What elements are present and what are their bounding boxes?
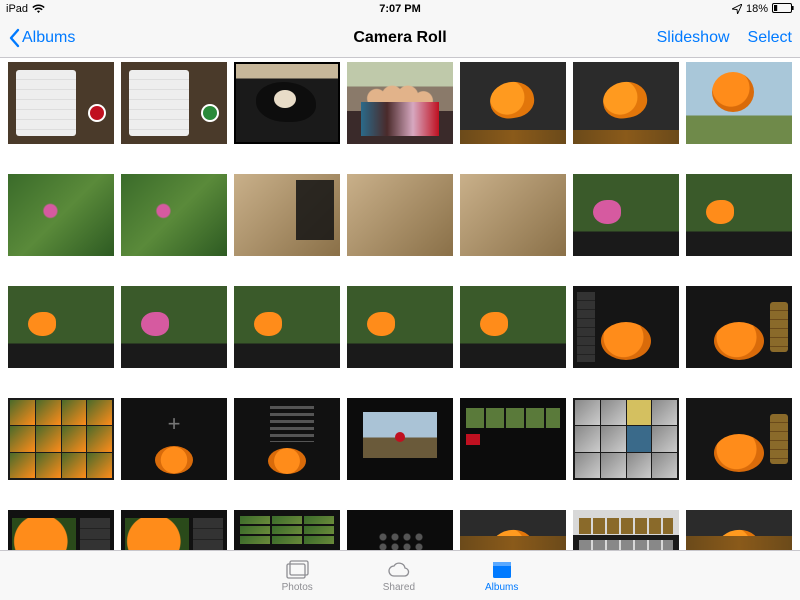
tab-shared[interactable]: Shared xyxy=(383,559,415,593)
albums-icon xyxy=(489,559,515,581)
photo-thumbnail[interactable] xyxy=(460,62,566,144)
status-bar: iPad 7:07 PM 18% xyxy=(0,0,800,18)
photo-thumbnail[interactable] xyxy=(686,398,792,480)
photo-thumbnail[interactable] xyxy=(8,62,114,144)
photo-thumbnail[interactable] xyxy=(460,286,566,368)
photo-thumbnail[interactable] xyxy=(573,510,679,550)
photo-thumbnail[interactable] xyxy=(234,398,340,480)
photo-thumbnail[interactable] xyxy=(121,62,227,144)
photo-grid[interactable] xyxy=(0,58,800,550)
photo-thumbnail[interactable] xyxy=(460,398,566,480)
photo-thumbnail[interactable] xyxy=(686,510,792,550)
photo-thumbnail[interactable] xyxy=(347,398,453,480)
nav-bar: Albums Camera Roll Slideshow Select xyxy=(0,18,800,58)
photo-thumbnail[interactable] xyxy=(234,286,340,368)
slideshow-button[interactable]: Slideshow xyxy=(657,29,730,47)
photo-thumbnail[interactable] xyxy=(234,510,340,550)
photo-thumbnail[interactable] xyxy=(573,398,679,480)
battery-pct: 18% xyxy=(746,3,768,15)
photo-thumbnail[interactable] xyxy=(121,174,227,256)
photo-thumbnail[interactable] xyxy=(234,174,340,256)
photo-thumbnail[interactable] xyxy=(121,286,227,368)
clock: 7:07 PM xyxy=(379,3,421,15)
back-label: Albums xyxy=(22,29,75,47)
photo-thumbnail[interactable] xyxy=(686,286,792,368)
cloud-icon xyxy=(386,559,412,581)
tab-label: Photos xyxy=(282,582,313,593)
photo-thumbnail[interactable] xyxy=(573,286,679,368)
wifi-icon xyxy=(32,4,45,14)
photo-thumbnail[interactable] xyxy=(686,174,792,256)
photo-thumbnail[interactable] xyxy=(573,174,679,256)
tab-albums[interactable]: Albums xyxy=(485,559,518,593)
photo-thumbnail[interactable] xyxy=(121,510,227,550)
photo-thumbnail[interactable] xyxy=(347,62,453,144)
photo-thumbnail[interactable] xyxy=(8,398,114,480)
photo-thumbnail[interactable] xyxy=(460,510,566,550)
photos-icon xyxy=(284,559,310,581)
photo-thumbnail[interactable] xyxy=(8,510,114,550)
photo-thumbnail[interactable] xyxy=(347,510,453,550)
chevron-left-icon xyxy=(8,28,20,48)
photo-thumbnail[interactable] xyxy=(573,62,679,144)
photo-thumbnail[interactable] xyxy=(8,174,114,256)
photo-thumbnail[interactable] xyxy=(460,174,566,256)
tab-label: Shared xyxy=(383,582,415,593)
photo-thumbnail[interactable] xyxy=(686,62,792,144)
photo-thumbnail[interactable] xyxy=(8,286,114,368)
location-icon xyxy=(732,4,742,14)
tab-label: Albums xyxy=(485,582,518,593)
tab-bar: Photos Shared Albums xyxy=(0,550,800,600)
battery-icon xyxy=(772,3,794,16)
select-button[interactable]: Select xyxy=(748,29,792,47)
back-button[interactable]: Albums xyxy=(8,28,75,48)
photo-thumbnail[interactable] xyxy=(347,174,453,256)
photo-thumbnail[interactable] xyxy=(121,398,227,480)
photo-thumbnail[interactable] xyxy=(234,62,340,144)
device-label: iPad xyxy=(6,3,28,15)
tab-photos[interactable]: Photos xyxy=(282,559,313,593)
photo-thumbnail[interactable] xyxy=(347,286,453,368)
page-title: Camera Roll xyxy=(353,29,446,47)
